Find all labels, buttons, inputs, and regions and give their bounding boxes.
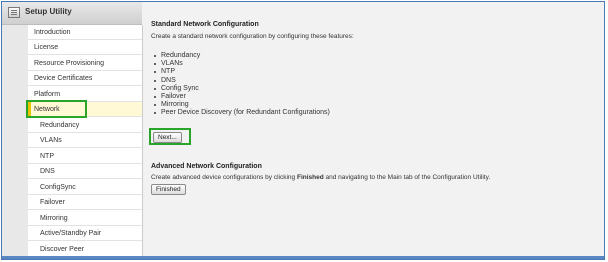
advanced-config-description: Create advanced device configurations by… [151,174,490,181]
list-item: Config Sync [154,85,330,93]
standard-config-heading: Standard Network Configuration [151,21,259,28]
sidebar-item-failover[interactable]: Failover [28,195,142,210]
next-highlight-box [149,128,191,145]
sidebar-item-vlans[interactable]: VLANs [28,133,142,148]
setup-utility-window: Setup Utility Introduction License Resou… [1,1,605,260]
sidebar-item-resource-provisioning[interactable]: Resource Provisioning [28,56,142,71]
advanced-desc-bold: Finished [296,174,324,181]
list-item: DNS [154,77,330,85]
sidebar-nav: Introduction License Resource Provisioni… [28,25,143,259]
sidebar-header: Setup Utility [2,2,142,25]
sidebar-item-introduction[interactable]: Introduction [28,25,142,40]
main-content: Standard Network Configuration Create a … [143,2,604,259]
advanced-desc-text: Create advanced device configurations by… [151,174,297,181]
sidebar-item-active-standby-pair[interactable]: Active/Standby Pair [28,226,142,241]
app-title: Setup Utility [25,7,72,16]
finished-button[interactable]: Finished [151,184,186,195]
standard-config-description: Create a standard network configuration … [151,33,354,40]
list-item: Peer Device Discovery (for Redundant Con… [154,109,330,117]
network-highlight-box [26,100,87,118]
list-item: Mirroring [154,101,330,109]
feature-list: Redundancy VLANs NTP DNS Config Sync Fai… [151,52,330,118]
sidebar-item-license[interactable]: License [28,40,142,55]
list-item: Redundancy [154,52,330,60]
list-item: NTP [154,68,330,76]
utility-window-icon [8,7,20,18]
advanced-config-heading: Advanced Network Configuration [151,163,262,170]
sidebar-item-device-certificates[interactable]: Device Certificates [28,71,142,86]
sidebar-item-discover-peer[interactable]: Discover Peer [28,242,142,257]
sidebar-item-ntp[interactable]: NTP [28,149,142,164]
bottom-border [2,256,604,259]
advanced-desc-text-end: and navigating to the Main tab of the Co… [323,174,491,181]
sidebar-item-configsync[interactable]: ConfigSync [28,180,142,195]
left-gutter [2,25,28,259]
list-item: VLANs [154,60,330,68]
sidebar-item-redundancy[interactable]: Redundancy [28,118,142,133]
sidebar-item-dns[interactable]: DNS [28,164,142,179]
list-item: Failover [154,93,330,101]
sidebar-item-mirroring[interactable]: Mirroring [28,211,142,226]
